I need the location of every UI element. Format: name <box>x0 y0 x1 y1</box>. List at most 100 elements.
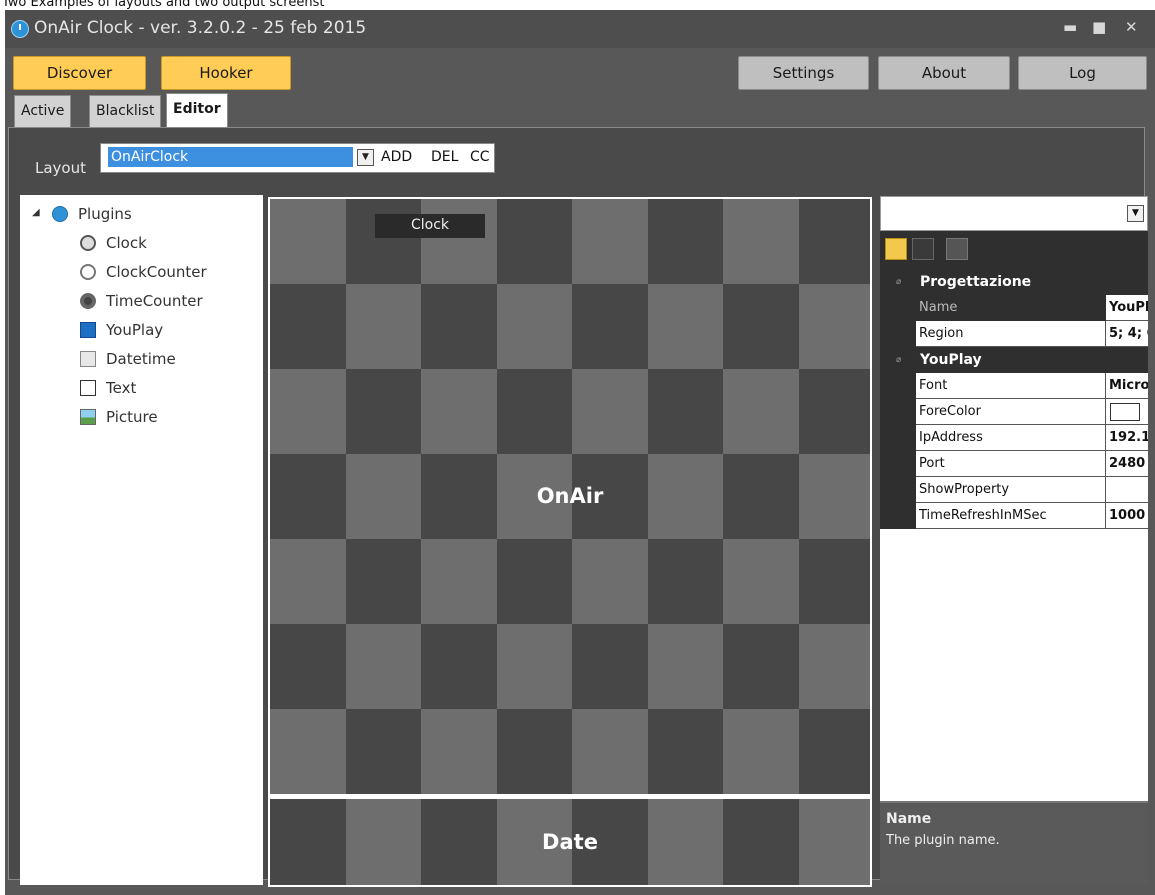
checker-cell <box>647 284 723 369</box>
checker-cell <box>270 624 346 709</box>
layout-select[interactable]: OnAirClock <box>108 147 353 167</box>
property-row-font[interactable]: Font Microsoft Sans Serif <box>880 373 1148 399</box>
checker-cell <box>647 709 723 794</box>
row-margin <box>880 451 916 477</box>
layout-label: Layout <box>35 159 86 177</box>
hooker-button[interactable]: Hooker <box>161 56 291 90</box>
close-icon[interactable]: ✕ <box>1125 18 1138 36</box>
tab-editor[interactable]: Editor <box>166 93 228 127</box>
property-object-selector[interactable]: ▼ <box>880 196 1148 231</box>
property-name: ForeColor <box>916 399 1106 425</box>
property-value[interactable]: 2480 <box>1106 451 1148 477</box>
property-value[interactable]: 192.168.1.1 <box>1106 425 1148 451</box>
property-row-region[interactable]: Region 5; 4; 600; 600 <box>880 321 1148 347</box>
checker-cell <box>723 199 799 284</box>
property-name: IpAddress <box>916 425 1106 451</box>
property-name: Port <box>916 451 1106 477</box>
category-youplay[interactable]: ⌀ YouPlay <box>880 347 1148 373</box>
checker-cell <box>345 284 421 369</box>
text-field-icon <box>80 380 96 396</box>
property-toolbar <box>880 231 1148 269</box>
chevron-down-icon[interactable]: ▼ <box>357 149 374 166</box>
del-button[interactable]: DEL <box>431 149 458 165</box>
log-button[interactable]: Log <box>1018 56 1147 90</box>
property-value[interactable]: Microsoft Sans Serif <box>1106 373 1148 399</box>
checker-cell <box>572 369 648 454</box>
checker-cell <box>421 624 497 709</box>
collapse-icon[interactable]: ⌀ <box>896 269 901 295</box>
checker-cell <box>496 624 572 709</box>
window-title: OnAir Clock - ver. 3.2.0.2 - 25 feb 2015 <box>34 18 367 38</box>
calendar-clock-icon <box>80 351 96 367</box>
cc-button[interactable]: CC <box>470 149 490 165</box>
property-help-panel: Name The plugin name. <box>880 801 1148 885</box>
collapse-icon[interactable]: ⌀ <box>896 347 901 373</box>
checker-cell <box>723 369 799 454</box>
categorized-icon[interactable] <box>885 238 907 260</box>
chevron-down-icon[interactable]: ▼ <box>1127 205 1144 222</box>
property-row-showproperty[interactable]: ShowProperty <box>880 477 1148 503</box>
property-row-forecolor[interactable]: ForeColor <box>880 399 1148 425</box>
row-margin <box>880 503 916 529</box>
property-value[interactable]: YouPlay <box>1106 295 1148 321</box>
category-progettazione[interactable]: ⌀ Progettazione <box>880 269 1148 295</box>
plugins-tree: ◢ Plugins Clock ClockCounter TimeCounter… <box>20 195 263 885</box>
plugins-clock-icon <box>52 206 68 222</box>
help-text: The plugin name. <box>886 833 1000 848</box>
title-bar: OnAir Clock - ver. 3.2.0.2 - 25 feb 2015… <box>5 10 1155 48</box>
checker-cell <box>345 369 421 454</box>
about-button[interactable]: About <box>878 56 1010 90</box>
onair-region[interactable]: Clock OnAir <box>268 197 872 797</box>
checker-cell <box>798 709 870 794</box>
checker-cell <box>647 199 723 284</box>
checker-cell <box>572 539 648 624</box>
checker-cell <box>421 284 497 369</box>
property-row-ipaddress[interactable]: IpAddress 192.168.1.1 <box>880 425 1148 451</box>
add-button[interactable]: ADD <box>381 149 412 165</box>
property-pages-icon[interactable] <box>946 238 968 260</box>
property-name: ShowProperty <box>916 477 1106 503</box>
property-value[interactable]: 1000 <box>1106 503 1148 529</box>
expand-icon[interactable]: ◢ <box>32 202 40 224</box>
checker-cell <box>270 369 346 454</box>
checker-cell <box>421 369 497 454</box>
maximize-icon[interactable]: ■ <box>1092 18 1106 36</box>
tab-blacklist[interactable]: Blacklist <box>89 95 162 127</box>
color-swatch <box>1110 403 1140 421</box>
discover-button[interactable]: Discover <box>13 56 146 90</box>
property-value[interactable] <box>1106 399 1148 425</box>
settings-button[interactable]: Settings <box>738 56 869 90</box>
checker-cell <box>496 284 572 369</box>
checker-cell <box>496 709 572 794</box>
checker-cell <box>572 624 648 709</box>
checker-cell <box>270 539 346 624</box>
disc-icon <box>80 293 96 309</box>
stopwatch-icon <box>80 235 96 251</box>
sort-alphabetical-icon[interactable] <box>912 238 934 260</box>
checker-cell <box>496 199 572 284</box>
property-row-port[interactable]: Port 2480 <box>880 451 1148 477</box>
date-region[interactable]: Date <box>268 797 872 887</box>
property-row-timerefresh[interactable]: TimeRefreshInMSec 1000 <box>880 503 1148 529</box>
clock-region[interactable]: Clock <box>375 214 485 238</box>
picture-icon <box>80 409 96 425</box>
counter-icon <box>80 264 96 280</box>
property-value[interactable] <box>1106 477 1148 503</box>
minimize-icon[interactable]: ▬ <box>1063 18 1077 36</box>
checker-cell <box>798 624 870 709</box>
checker-cell <box>798 369 870 454</box>
row-margin <box>880 425 916 451</box>
checker-cell <box>345 199 421 284</box>
checker-cell <box>798 199 870 284</box>
row-margin <box>880 373 916 399</box>
property-grid: ⌀ Progettazione Name YouPlay Region 5; 4… <box>880 269 1148 801</box>
tab-active[interactable]: Active <box>14 95 72 127</box>
property-value[interactable]: 5; 4; 600; 600 <box>1106 321 1148 347</box>
checker-cell <box>421 199 497 284</box>
checker-cell <box>270 284 346 369</box>
property-row-name[interactable]: Name YouPlay <box>880 295 1148 321</box>
checker-cell <box>345 624 421 709</box>
date-label: Date <box>542 830 598 854</box>
checker-cell <box>723 624 799 709</box>
checker-cell <box>496 539 572 624</box>
